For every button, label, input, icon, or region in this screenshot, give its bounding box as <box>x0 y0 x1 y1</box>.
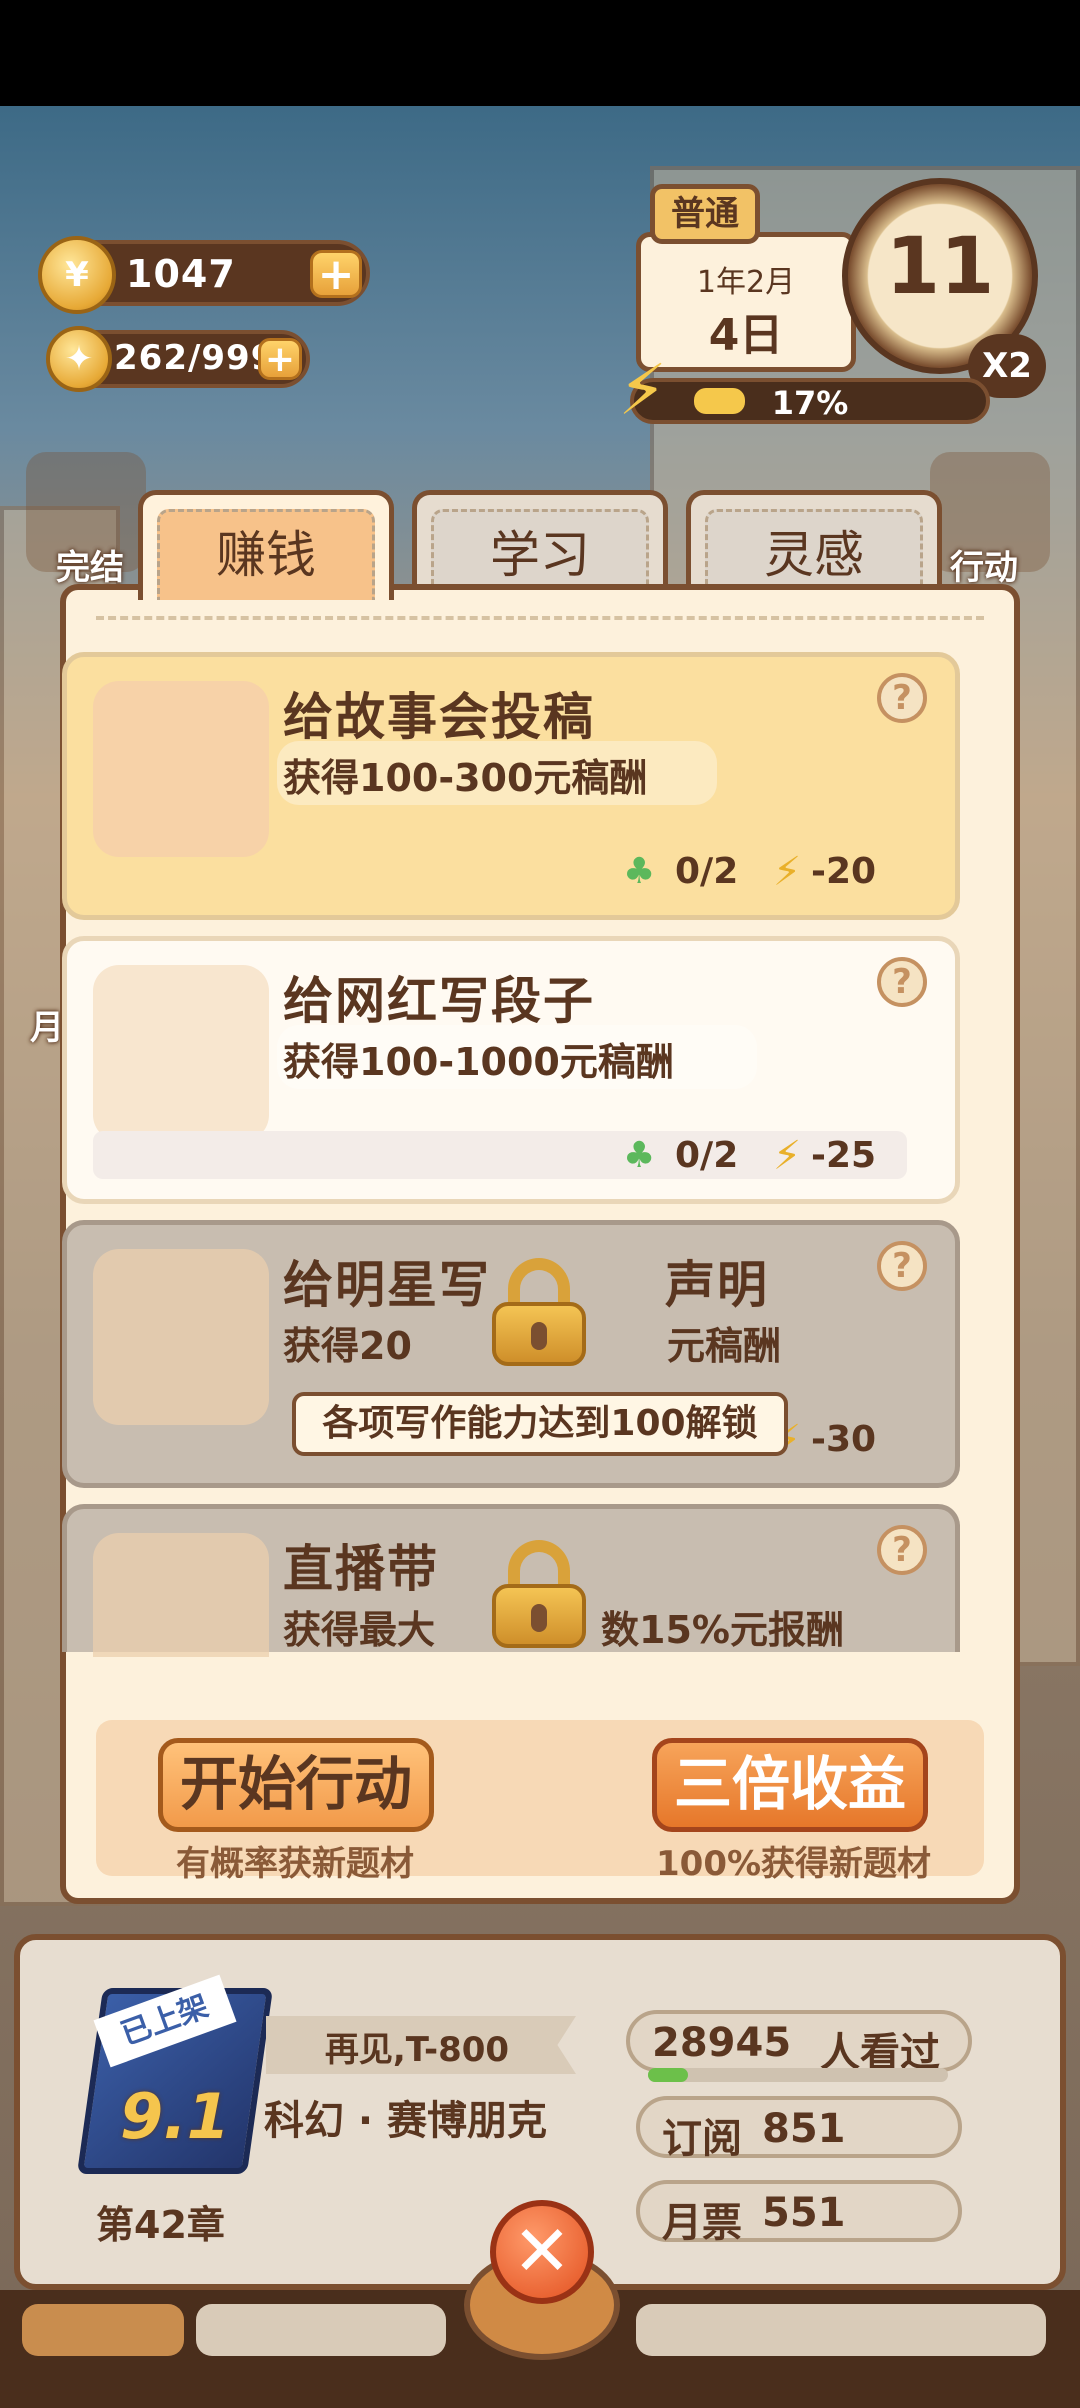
energy-cost: -25 <box>811 1135 877 1176</box>
coin-icon: ¥ <box>38 236 116 314</box>
difficulty-tag: 普通 <box>650 184 760 244</box>
task-title: 给故事会投稿 <box>283 688 595 746</box>
help-icon[interactable]: ? <box>877 1241 927 1291</box>
coin-value: 1047 <box>126 252 236 296</box>
add-inspiration-button[interactable]: + <box>258 338 302 380</box>
ticket-value: 551 <box>762 2190 846 2236</box>
bottom-slot-left[interactable] <box>22 2304 184 2356</box>
energy-bolt-icon: ⚡ <box>618 349 668 431</box>
help-icon[interactable]: ? <box>877 673 927 723</box>
book-chapter: 第42章 <box>96 2203 225 2247</box>
book-genre: 科幻 · 赛博朋克 <box>264 2098 548 2144</box>
inspiration-counter: ✦ 262/999 + <box>46 326 310 392</box>
task-reward: 获得20 <box>283 1324 412 1368</box>
book-title: 再见,T-800 <box>324 2030 510 2070</box>
mailbox-icon <box>93 681 269 857</box>
task-title: 给明星写 <box>283 1256 491 1314</box>
ticket-stat: 月票 551 <box>636 2180 962 2246</box>
task-card[interactable]: 给故事会投稿 获得100-300元稿酬 ? ♣ 0/2 ⚡ -20 <box>62 652 960 920</box>
task-reward: 获得最大 <box>283 1608 436 1652</box>
help-icon[interactable]: ? <box>877 1525 927 1575</box>
energy-cost: -30 <box>811 1419 877 1460</box>
live-stream-icon <box>93 1533 269 1657</box>
action-side-label: 行动 <box>950 548 1018 588</box>
lightbulb-icon: ✦ <box>46 326 112 392</box>
task-reward: 获得100-300元稿酬 <box>283 756 648 800</box>
tab-earn-money[interactable]: 赚钱 <box>138 490 394 600</box>
status-bar <box>0 0 1080 106</box>
unlock-tooltip: 各项写作能力达到100解锁 <box>292 1392 788 1456</box>
clover-icon: ♣ <box>623 851 656 892</box>
subscribe-stat: 订阅 851 <box>636 2096 962 2162</box>
energy-bar: 17% <box>630 378 990 424</box>
side-label-month: 月 <box>30 1008 64 1048</box>
energy-percent: 17% <box>771 384 849 422</box>
ticket-label: 月票 <box>662 2200 742 2246</box>
add-coin-button[interactable]: + <box>310 250 362 298</box>
clover-cost: 0/2 <box>675 851 739 892</box>
energy-cost: -20 <box>811 851 877 892</box>
subscribe-value: 851 <box>762 2106 846 2152</box>
energy-bolt-icon: ⚡ <box>773 849 802 895</box>
task-reward-right: 数15%元报酬 <box>601 1608 844 1652</box>
energy-bolt-icon: ⚡ <box>773 1133 802 1179</box>
task-reward-right: 元稿酬 <box>667 1324 782 1368</box>
task-title: 直播带 <box>283 1540 439 1598</box>
clock-hour: 11 <box>885 222 995 312</box>
views-value: 28945 <box>652 2020 792 2066</box>
chat-bubbles-icon <box>93 1249 269 1425</box>
lock-icon <box>492 1258 586 1366</box>
panel-divider <box>96 616 984 620</box>
start-action-subtitle: 有概率获新题材 <box>176 1844 414 1884</box>
bottom-slot-right[interactable] <box>636 2304 1046 2356</box>
bottom-slot-mid[interactable] <box>196 2304 446 2356</box>
views-stat: 28945 人看过 <box>626 2010 972 2076</box>
task-title: 给网红写段子 <box>283 972 595 1030</box>
triple-reward-subtitle: 100%获得新题材 <box>656 1844 932 1884</box>
coin-counter: ¥ 1047 + <box>38 236 370 314</box>
finish-label: 完结 <box>56 548 124 588</box>
views-progress-fill <box>648 2068 688 2082</box>
tab-earn-label: 赚钱 <box>157 509 375 600</box>
subscribe-label: 订阅 <box>662 2116 742 2162</box>
close-button[interactable]: ✕ <box>490 2200 594 2304</box>
month-label: 1年2月 <box>696 265 796 300</box>
triple-reward-button[interactable]: 三倍收益 <box>652 1738 928 1832</box>
clover-cost: 0/2 <box>675 1135 739 1176</box>
clover-icon: ♣ <box>623 1135 656 1176</box>
task-reward: 获得100-1000元稿酬 <box>283 1040 674 1084</box>
inspiration-value: 262/999 <box>114 338 276 378</box>
influencer-avatar-icon <box>93 965 269 1141</box>
task-card[interactable]: 给网红写段子 获得100-1000元稿酬 ? ♣ 0/2 ⚡ -25 <box>62 936 960 1204</box>
task-title-right: 声明 <box>665 1256 769 1314</box>
help-icon[interactable]: ? <box>877 957 927 1007</box>
lock-icon <box>492 1540 586 1652</box>
book-score: 9.1 <box>120 2080 230 2153</box>
views-progress <box>648 2068 948 2082</box>
start-action-button[interactable]: 开始行动 <box>158 1738 434 1832</box>
